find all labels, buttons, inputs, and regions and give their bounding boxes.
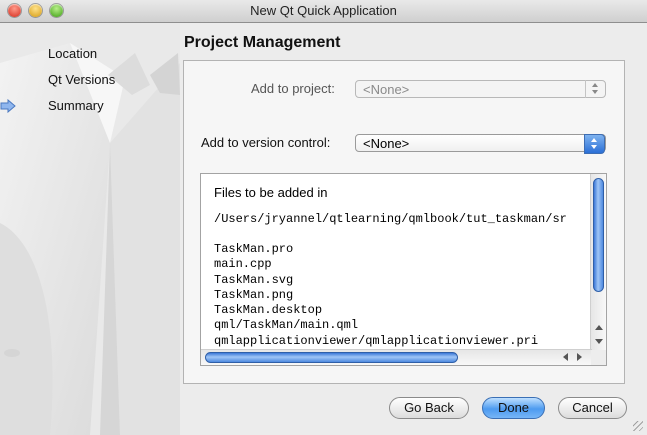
add-to-project-combo: <None> bbox=[355, 80, 606, 98]
resize-grip-icon[interactable] bbox=[633, 421, 643, 431]
nav-step-summary: Summary bbox=[0, 98, 176, 124]
wizard-window: New Qt Quick Application Location Qt Ver… bbox=[0, 0, 647, 435]
combo-stepper-icon[interactable] bbox=[584, 134, 605, 154]
list-item: TaskMan.desktop bbox=[214, 303, 323, 318]
nav-step-label: Location bbox=[48, 46, 98, 61]
scroll-corner bbox=[591, 350, 606, 365]
version-control-label: Add to version control: bbox=[201, 135, 331, 150]
add-to-project-value: <None> bbox=[363, 82, 410, 97]
files-path: /Users/jryannel/qtlearning/qmlbook/tut_t… bbox=[214, 212, 567, 226]
nav-step-qt-versions: Qt Versions bbox=[26, 72, 176, 98]
list-item: qml/TaskMan/main.qml bbox=[214, 318, 359, 333]
version-control-combo[interactable]: <None> bbox=[355, 134, 606, 154]
vertical-scroll-thumb[interactable] bbox=[593, 178, 604, 292]
nav-step-label: Qt Versions bbox=[48, 72, 116, 87]
list-item: main.cpp bbox=[214, 257, 272, 272]
nav-step-label: Summary bbox=[48, 98, 104, 113]
window-title: New Qt Quick Application bbox=[250, 3, 397, 18]
scroll-up-arrow-icon[interactable] bbox=[595, 325, 603, 330]
file-list: TaskMan.pro main.cpp TaskMan.svg TaskMan… bbox=[214, 242, 538, 349]
horizontal-scroll-thumb[interactable] bbox=[205, 352, 458, 363]
files-text-area[interactable]: Files to be added in /Users/jryannel/qtl… bbox=[200, 173, 607, 366]
files-heading: Files to be added in bbox=[214, 185, 328, 200]
current-step-arrow-icon bbox=[0, 99, 16, 113]
list-item: TaskMan.svg bbox=[214, 272, 294, 287]
cancel-button[interactable]: Cancel bbox=[558, 397, 627, 419]
scroll-left-arrow-icon[interactable] bbox=[563, 353, 568, 361]
scroll-right-arrow-icon[interactable] bbox=[577, 353, 582, 361]
title-bar: New Qt Quick Application bbox=[0, 0, 647, 23]
page-title: Project Management bbox=[184, 34, 341, 51]
add-to-project-label: Add to project: bbox=[251, 81, 335, 96]
done-button[interactable]: Done bbox=[482, 397, 545, 419]
list-item: TaskMan.png bbox=[214, 287, 294, 302]
list-item: TaskMan.pro bbox=[214, 242, 294, 256]
wizard-steps-nav: Location Qt Versions Summary bbox=[0, 46, 176, 124]
go-back-button[interactable]: Go Back bbox=[389, 397, 469, 419]
version-control-value: <None> bbox=[363, 136, 410, 151]
horizontal-scrollbar[interactable] bbox=[201, 349, 592, 365]
vertical-scrollbar[interactable] bbox=[590, 174, 606, 351]
list-item: qmlapplicationviewer/qmlapplicationviewe… bbox=[214, 333, 539, 348]
scroll-down-arrow-icon[interactable] bbox=[595, 339, 603, 344]
nav-step-location: Location bbox=[26, 46, 176, 72]
combo-stepper-icon bbox=[585, 80, 605, 98]
